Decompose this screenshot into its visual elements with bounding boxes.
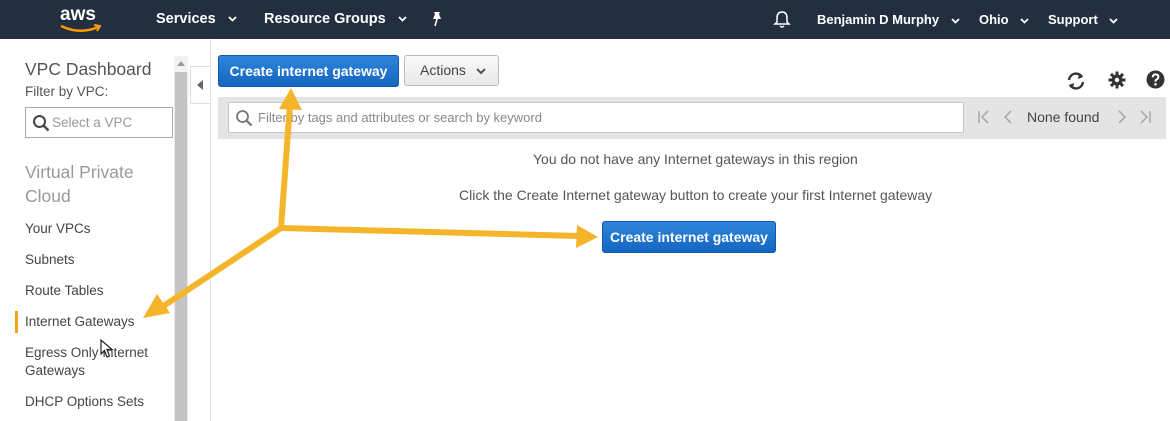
user-name: Benjamin D Murphy xyxy=(817,12,940,27)
scrollbar-thumb[interactable] xyxy=(175,72,187,421)
caret-down-icon xyxy=(476,68,486,75)
scroll-up-arrow-icon xyxy=(177,61,185,66)
region-name: Ohio xyxy=(979,12,1009,27)
sidebar-divider xyxy=(210,39,211,421)
resource-groups-label: Resource Groups xyxy=(264,11,386,27)
user-menu[interactable]: Benjamin D Murphy xyxy=(817,0,960,39)
next-page-icon[interactable] xyxy=(1116,110,1128,124)
active-item-marker xyxy=(15,311,18,333)
empty-state-create-button[interactable]: Create internet gateway xyxy=(602,221,776,253)
vpc-filter-label: Filter by VPC: xyxy=(25,84,109,99)
support-menu[interactable]: Support xyxy=(1048,0,1119,39)
mouse-cursor-icon xyxy=(100,339,114,358)
region-menu[interactable]: Ohio xyxy=(979,0,1029,39)
first-page-icon[interactable] xyxy=(977,110,991,124)
vpc-filter-select[interactable]: Select a VPC xyxy=(25,107,173,138)
caret-down-icon xyxy=(1109,17,1119,24)
search-icon xyxy=(236,110,253,127)
refresh-icon[interactable] xyxy=(1065,71,1087,91)
resource-groups-menu[interactable]: Resource Groups xyxy=(264,0,407,39)
empty-state-hint: Click the Create Internet gateway button… xyxy=(459,187,933,203)
pager-status: None found xyxy=(1027,109,1100,125)
sidebar-item-egress-only-internet-gateways[interactable]: Egress Only Internet Gateways xyxy=(25,344,165,380)
search-icon xyxy=(33,115,50,132)
pin-icon[interactable] xyxy=(430,11,444,27)
sidebar-item-route-tables[interactable]: Route Tables xyxy=(25,282,165,300)
sidebar: VPC Dashboard Filter by VPC: Select a VP… xyxy=(0,39,174,421)
services-menu[interactable]: Services xyxy=(156,0,237,39)
caret-down-icon xyxy=(228,16,237,22)
sidebar-item-subnets[interactable]: Subnets xyxy=(25,251,165,269)
empty-state-message: You do not have any Internet gateways in… xyxy=(533,151,858,167)
arrow-to-empty-state-button xyxy=(278,225,583,239)
aws-logo-text: aws xyxy=(60,4,96,25)
create-internet-gateway-button[interactable]: Create internet gateway xyxy=(218,55,399,87)
sidebar-section-heading: Virtual Private Cloud xyxy=(25,162,134,206)
aws-logo[interactable]: aws xyxy=(60,4,104,34)
arrowhead-right xyxy=(576,225,598,248)
sidebar-title[interactable]: VPC Dashboard xyxy=(25,59,151,80)
actions-dropdown[interactable]: Actions xyxy=(404,55,499,86)
caret-down-icon xyxy=(398,16,407,22)
actions-label: Actions xyxy=(420,62,466,78)
support-label: Support xyxy=(1048,12,1098,27)
scroll-up-button[interactable] xyxy=(174,56,188,72)
sidebar-item-internet-gateways[interactable]: Internet Gateways xyxy=(25,313,165,331)
filter-search-input[interactable]: Filter by tags and attributes or search … xyxy=(228,102,964,133)
help-icon[interactable] xyxy=(1146,70,1165,89)
vpc-filter-placeholder: Select a VPC xyxy=(52,115,133,130)
collapse-sidebar-button[interactable] xyxy=(190,66,210,104)
caret-down-icon xyxy=(1020,17,1029,24)
sidebar-item-your-vpcs[interactable]: Your VPCs xyxy=(25,220,165,238)
filter-search-placeholder: Filter by tags and attributes or search … xyxy=(258,110,542,125)
gear-icon[interactable] xyxy=(1108,71,1126,89)
collapse-left-icon xyxy=(197,80,203,90)
bell-icon[interactable] xyxy=(773,10,791,29)
sidebar-item-dhcp-options-sets[interactable]: DHCP Options Sets xyxy=(25,393,165,411)
top-navigation-bar: aws Services Resource Groups Benjamin D … xyxy=(0,0,1170,39)
caret-down-icon xyxy=(951,17,960,24)
services-label: Services xyxy=(156,11,216,27)
last-page-icon[interactable] xyxy=(1138,110,1152,124)
prev-page-icon[interactable] xyxy=(1002,110,1014,124)
aws-smile-icon xyxy=(60,24,102,32)
